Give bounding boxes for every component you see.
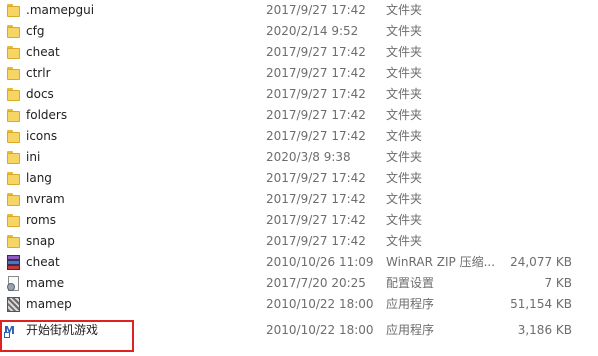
file-row-ctrlr[interactable]: ctrlr 2017/9/27 17:42 文件夹 [0, 63, 598, 84]
file-row-docs[interactable]: docs 2017/9/27 17:42 文件夹 [0, 84, 598, 105]
file-type: 文件夹 [386, 3, 423, 17]
file-type: WinRAR ZIP 压缩... [386, 255, 496, 269]
file-date: 2010/10/26 11:09 [266, 255, 374, 269]
file-name: ini [26, 150, 41, 164]
folder-icon [4, 233, 22, 250]
file-date: 2017/9/27 17:42 [266, 234, 366, 248]
file-list: .mamepgui 2017/9/27 17:42 文件夹 cfg 2020/2… [0, 0, 598, 338]
folder-icon [4, 212, 22, 229]
file-date: 2017/9/27 17:42 [266, 108, 366, 122]
file-type: 文件夹 [386, 129, 423, 143]
folder-icon [4, 65, 22, 82]
file-type: 文件夹 [386, 234, 423, 248]
file-name: cfg [26, 24, 45, 38]
file-date: 2010/10/22 18:00 [266, 323, 374, 337]
file-row-folders[interactable]: folders 2017/9/27 17:42 文件夹 [0, 105, 598, 126]
file-name: nvram [26, 192, 65, 206]
file-name: lang [26, 171, 52, 185]
file-date: 2020/2/14 9:52 [266, 24, 359, 38]
file-name: cheat [26, 45, 60, 59]
file-type: 配置设置 [386, 276, 435, 290]
file-size: 7 KB [544, 276, 572, 290]
file-name: snap [26, 234, 55, 248]
file-date: 2020/3/8 9:38 [266, 150, 351, 164]
folder-icon [4, 86, 22, 103]
file-name: roms [26, 213, 56, 227]
file-row-mame-config[interactable]: mame 2017/7/20 20:25 配置设置 7 KB [0, 273, 598, 294]
file-row-cfg[interactable]: cfg 2020/2/14 9:52 文件夹 [0, 21, 598, 42]
file-date: 2017/9/27 17:42 [266, 213, 366, 227]
file-type: 文件夹 [386, 45, 423, 59]
file-row-icons[interactable]: icons 2017/9/27 17:42 文件夹 [0, 126, 598, 147]
file-row-cheat-archive[interactable]: cheat 2010/10/26 11:09 WinRAR ZIP 压缩... … [0, 252, 598, 273]
file-name: mamep [26, 297, 72, 311]
folder-icon [4, 107, 22, 124]
folder-icon [4, 44, 22, 61]
folder-icon [4, 23, 22, 40]
file-type: 文件夹 [386, 213, 423, 227]
file-type: 文件夹 [386, 150, 423, 164]
file-date: 2017/9/27 17:42 [266, 129, 366, 143]
file-name: docs [26, 87, 54, 101]
file-name: ctrlr [26, 66, 51, 80]
file-date: 2017/9/27 17:42 [266, 66, 366, 80]
folder-icon [4, 170, 22, 187]
config-file-icon [4, 275, 22, 292]
file-name: cheat [26, 255, 60, 269]
file-size: 24,077 KB [510, 255, 572, 269]
file-row-lang[interactable]: lang 2017/9/27 17:42 文件夹 [0, 168, 598, 189]
file-date: 2017/9/27 17:42 [266, 87, 366, 101]
file-type: 应用程序 [386, 297, 435, 311]
folder-icon [4, 191, 22, 208]
file-row-mamep[interactable]: mamep 2010/10/22 18:00 应用程序 51,154 KB [0, 294, 598, 315]
folder-icon [4, 149, 22, 166]
file-row-mamepgui[interactable]: .mamepgui 2017/9/27 17:42 文件夹 [0, 0, 598, 21]
folder-icon [4, 128, 22, 145]
file-type: 文件夹 [386, 192, 423, 206]
file-name: .mamepgui [26, 3, 95, 17]
highlight-box [0, 320, 134, 352]
file-date: 2017/9/27 17:42 [266, 171, 366, 185]
file-row-roms[interactable]: roms 2017/9/27 17:42 文件夹 [0, 210, 598, 231]
winrar-archive-icon [4, 254, 22, 271]
file-size: 51,154 KB [510, 297, 572, 311]
file-name: folders [26, 108, 68, 122]
file-row-ini[interactable]: ini 2020/3/8 9:38 文件夹 [0, 147, 598, 168]
file-type: 文件夹 [386, 108, 423, 122]
file-row-snap[interactable]: snap 2017/9/27 17:42 文件夹 [0, 231, 598, 252]
file-date: 2010/10/22 18:00 [266, 297, 374, 311]
file-type: 文件夹 [386, 66, 423, 80]
file-row-nvram[interactable]: nvram 2017/9/27 17:42 文件夹 [0, 189, 598, 210]
file-type: 文件夹 [386, 24, 423, 38]
file-date: 2017/7/20 20:25 [266, 276, 366, 290]
file-type: 文件夹 [386, 171, 423, 185]
folder-icon [4, 2, 22, 19]
file-name: mame [26, 276, 65, 290]
file-type: 应用程序 [386, 323, 435, 337]
file-date: 2017/9/27 17:42 [266, 192, 366, 206]
file-row-cheat-folder[interactable]: cheat 2017/9/27 17:42 文件夹 [0, 42, 598, 63]
file-name: icons [26, 129, 58, 143]
application-icon [4, 296, 22, 313]
file-type: 文件夹 [386, 87, 423, 101]
file-date: 2017/9/27 17:42 [266, 3, 366, 17]
file-date: 2017/9/27 17:42 [266, 45, 366, 59]
file-size: 3,186 KB [517, 323, 572, 337]
